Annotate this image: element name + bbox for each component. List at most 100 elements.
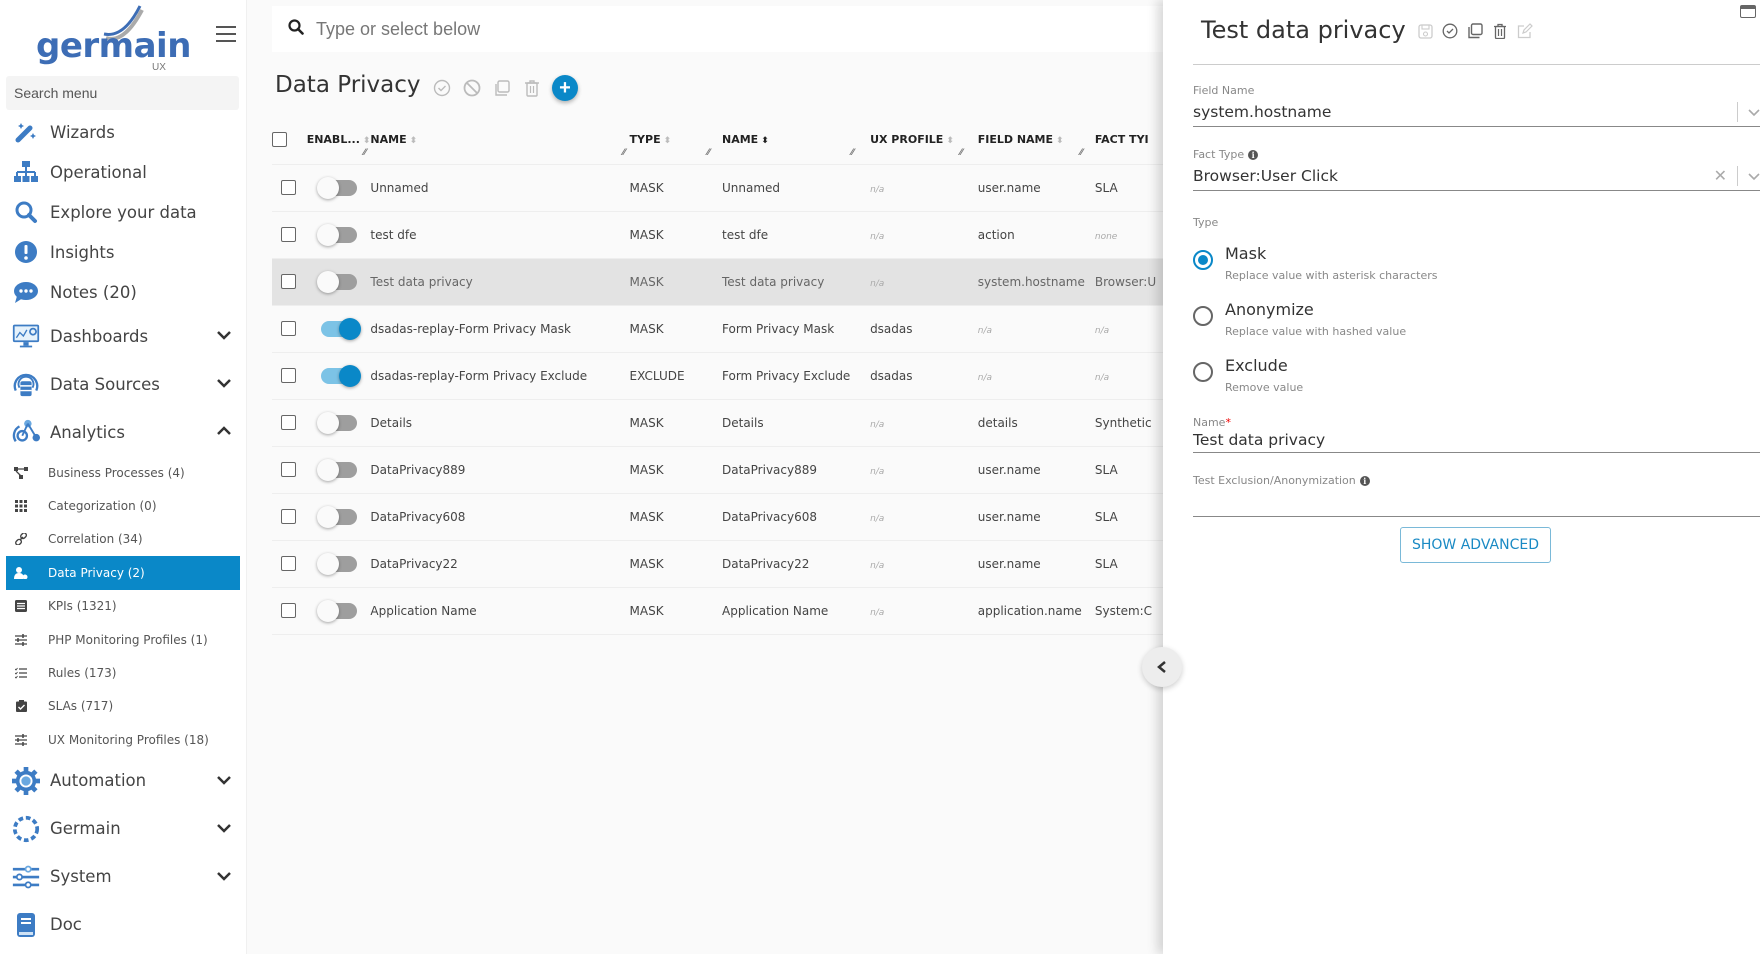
resize-handle[interactable]: ⁄⁄ <box>1080 148 1083 158</box>
sidebar-item-germain[interactable]: Germain <box>0 805 247 853</box>
resize-handle[interactable]: ⁄⁄ <box>363 148 366 158</box>
test-exclusion-input[interactable] <box>1193 487 1760 517</box>
enabled-toggle[interactable] <box>320 364 361 387</box>
disable-icon[interactable] <box>462 78 482 98</box>
table-row[interactable]: DataPrivacy608 MASK DataPrivacy608 n/a user.… <box>272 493 1172 541</box>
sidebar-subitem-data-privacy[interactable]: Data Privacy (2) <box>6 556 240 590</box>
enable-icon[interactable] <box>432 78 452 98</box>
sidebar-item-dashboards[interactable]: Dashboards <box>0 312 247 360</box>
search-menu-input[interactable]: Search menu <box>6 76 239 110</box>
table-row[interactable]: Test data privacy MASK Test data privacy n/… <box>272 258 1172 306</box>
table-row[interactable]: dsadas-replay-Form Privacy Exclude EXCLUD… <box>272 352 1172 400</box>
global-search-input[interactable]: Type or select below <box>272 6 1172 52</box>
sidebar-item-data-sources[interactable]: Data Sources <box>0 360 247 408</box>
sidebar-subitem-rules[interactable]: Rules (173) <box>0 656 247 689</box>
chevron-up-icon[interactable] <box>217 424 231 440</box>
sidebar-item-insights[interactable]: Insights <box>0 232 247 272</box>
sort-icon[interactable]: ⬍ <box>664 136 672 146</box>
chevron-down-icon[interactable] <box>217 328 231 344</box>
sort-icon[interactable]: ⬍ <box>363 136 371 146</box>
name-field[interactable]: Name * Test data privacy <box>1193 416 1760 453</box>
fact-type-select[interactable]: Fact Type i Browser:User Click ✕ <box>1193 148 1760 191</box>
clear-icon[interactable]: ✕ <box>1714 161 1727 191</box>
column-header-enabled[interactable]: ENABL... ⬍ ⁄⁄ <box>306 116 371 165</box>
save-icon[interactable] <box>1416 22 1434 40</box>
column-header-fact-type[interactable]: FACT TYI <box>1084 116 1172 165</box>
chevron-down-icon[interactable] <box>217 773 231 789</box>
hamburger-menu-icon[interactable] <box>216 26 236 44</box>
type-option-mask[interactable]: Mask Replace value with asterisk characte… <box>1193 244 1438 282</box>
resize-handle[interactable]: ⁄⁄ <box>960 148 963 158</box>
trash-icon[interactable] <box>522 78 542 98</box>
table-row[interactable]: DataPrivacy22 MASK DataPrivacy22 n/a user.na… <box>272 540 1172 588</box>
table-row[interactable]: DataPrivacy889 MASK DataPrivacy889 n/a user.… <box>272 446 1172 494</box>
sidebar-item-system[interactable]: System <box>0 853 247 901</box>
resize-handle[interactable]: ⁄⁄ <box>707 148 710 158</box>
trash-icon[interactable] <box>1491 22 1509 40</box>
enabled-toggle[interactable] <box>316 505 357 528</box>
column-header-name[interactable]: NAME ⬍ ⁄⁄ <box>370 116 628 165</box>
row-checkbox[interactable] <box>281 509 296 524</box>
chevron-down-icon[interactable] <box>1748 161 1760 191</box>
sidebar-item-explore[interactable]: Explore your data <box>0 192 247 232</box>
copy-icon[interactable] <box>1466 22 1484 40</box>
sidebar-subitem-ux-profiles[interactable]: UX Monitoring Profiles (18) <box>0 723 247 756</box>
sidebar-subitem-php-profiles[interactable]: PHP Monitoring Profiles (1) <box>0 623 247 656</box>
sidebar-subitem-correlation[interactable]: Correlation (34) <box>0 523 247 556</box>
row-checkbox[interactable] <box>281 180 296 195</box>
sidebar-item-wizards[interactable]: Wizards <box>0 112 247 152</box>
row-checkbox[interactable] <box>281 556 296 571</box>
sidebar-item-analytics[interactable]: Analytics <box>0 408 247 456</box>
select-all-checkbox[interactable] <box>272 132 287 148</box>
chevron-down-icon[interactable] <box>217 821 231 837</box>
resize-handle[interactable]: ⁄⁄ <box>851 148 854 158</box>
show-advanced-button[interactable]: SHOW ADVANCED <box>1400 527 1551 563</box>
row-checkbox[interactable] <box>281 227 296 242</box>
type-option-exclude[interactable]: Exclude Remove value <box>1193 356 1303 394</box>
row-checkbox[interactable] <box>281 368 296 383</box>
sidebar-item-automation[interactable]: Automation <box>0 757 247 805</box>
row-checkbox[interactable] <box>281 415 296 430</box>
name-input[interactable]: Test data privacy <box>1193 429 1760 453</box>
enabled-toggle[interactable] <box>316 552 357 575</box>
table-row[interactable]: test dfe MASK test dfe n/a action none <box>272 211 1172 259</box>
column-header-ux-profile[interactable]: UX PROFILE ⬍ ⁄⁄ <box>858 116 965 165</box>
add-button[interactable]: + <box>552 75 578 101</box>
row-checkbox[interactable] <box>281 462 296 477</box>
maximize-window-icon[interactable] <box>1740 5 1756 18</box>
info-icon[interactable]: i <box>1248 149 1259 160</box>
table-row[interactable]: Unnamed MASK Unnamed n/a user.name SLA <box>272 164 1172 212</box>
row-checkbox[interactable] <box>281 321 296 336</box>
table-row[interactable]: Application Name MASK Application Name n/a a… <box>272 587 1172 635</box>
radio-exclude[interactable] <box>1193 362 1213 382</box>
row-checkbox[interactable] <box>281 274 296 289</box>
column-header-field-name[interactable]: FIELD NAME ⬍ ⁄⁄ <box>964 116 1085 165</box>
radio-mask[interactable] <box>1193 250 1213 270</box>
enabled-toggle[interactable] <box>316 176 357 199</box>
collapse-panel-button[interactable] <box>1142 647 1182 687</box>
sidebar-subitem-categorization[interactable]: Categorization (0) <box>0 489 247 522</box>
sort-icon[interactable]: ⬍ <box>946 136 954 146</box>
edit-icon[interactable] <box>1516 22 1534 40</box>
chevron-down-icon[interactable] <box>1748 97 1760 127</box>
sidebar-item-doc[interactable]: Doc <box>0 901 247 949</box>
table-row[interactable]: dsadas-replay-Form Privacy Mask MASK Form … <box>272 305 1172 353</box>
field-name-select[interactable]: Field Name system.hostname <box>1193 84 1760 127</box>
table-row[interactable]: Details MASK Details n/a details Synthetic <box>272 399 1172 447</box>
sidebar-subitem-kpis[interactable]: KPIs (1321) <box>0 590 247 623</box>
germain-logo[interactable]: germain UX <box>30 4 191 74</box>
enabled-toggle[interactable] <box>316 411 357 434</box>
column-header-type[interactable]: TYPE ⬍ ⁄⁄ <box>627 116 714 165</box>
copy-icon[interactable] <box>492 78 512 98</box>
sidebar-subitem-slas[interactable]: SLAs (717) <box>0 690 247 723</box>
enabled-toggle[interactable] <box>316 270 357 293</box>
chevron-down-icon[interactable] <box>217 376 231 392</box>
chevron-down-icon[interactable] <box>217 869 231 885</box>
sort-icon[interactable]: ⬍ <box>1056 136 1064 146</box>
enabled-toggle[interactable] <box>316 599 357 622</box>
sort-desc-icon[interactable]: ⬍ <box>761 136 769 146</box>
type-option-anonymize[interactable]: Anonymize Replace value with hashed value <box>1193 300 1406 338</box>
enabled-toggle[interactable] <box>316 458 357 481</box>
resize-handle[interactable]: ⁄⁄ <box>623 148 626 158</box>
row-checkbox[interactable] <box>281 603 296 618</box>
